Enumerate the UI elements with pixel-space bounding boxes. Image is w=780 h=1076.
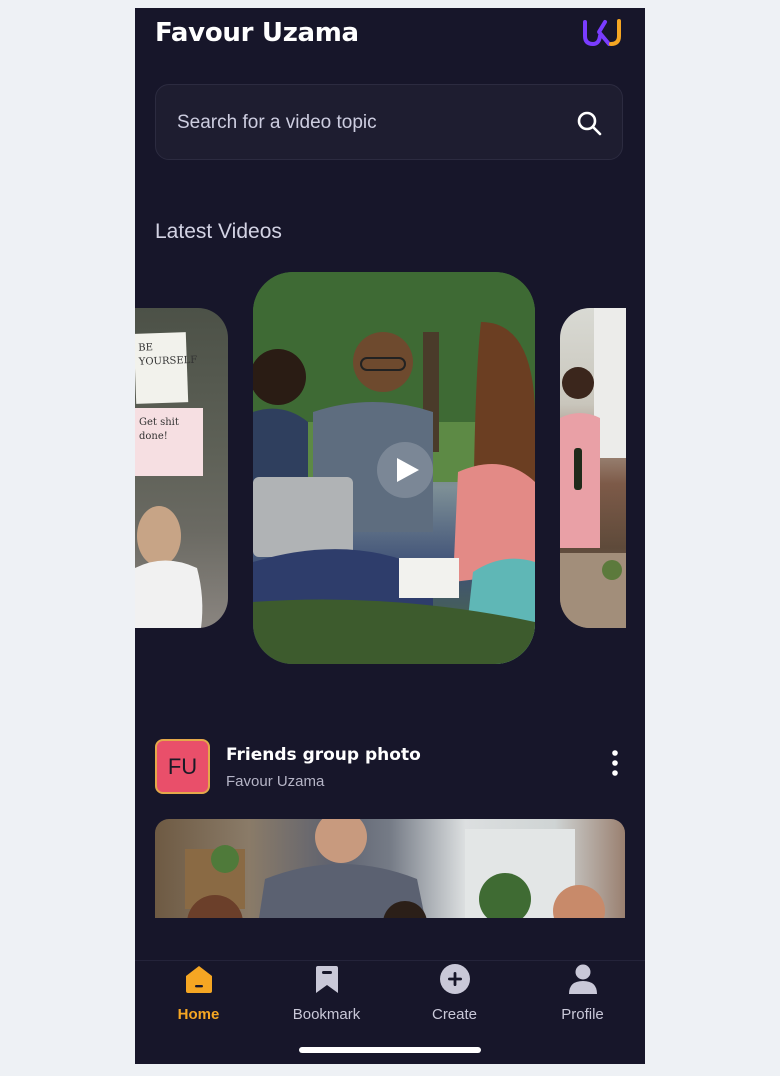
video-thumbnail-next [560, 308, 626, 628]
video-card-featured[interactable] [253, 272, 535, 664]
play-icon [397, 458, 419, 482]
tab-home[interactable]: Home [135, 961, 262, 1041]
tab-label-profile: Profile [561, 1006, 604, 1023]
tab-profile[interactable]: Profile [519, 961, 645, 1041]
uk-logo-icon [583, 19, 621, 47]
plus-circle-icon [440, 964, 470, 994]
avatar-initials: FU [167, 753, 198, 779]
app-screen: Favour Uzama Search for a video topic La… [135, 8, 645, 1064]
video-card-previous[interactable]: BE YOURSELF Get shit done! [135, 308, 228, 628]
section-title-latest-videos: Latest Videos [155, 220, 282, 243]
tab-label-create: Create [431, 1006, 478, 1023]
search-input[interactable]: Search for a video topic [177, 85, 377, 161]
bookmark-icon [316, 966, 338, 993]
avatar[interactable]: FU [155, 739, 210, 794]
search-icon[interactable] [576, 110, 602, 136]
profile-icon [569, 964, 597, 994]
home-indicator[interactable] [299, 1047, 481, 1053]
video-title[interactable]: Friends group photo [226, 745, 421, 765]
more-vertical-icon[interactable] [611, 749, 619, 777]
sticky-note: BE YOURSELF [135, 332, 197, 404]
play-button[interactable] [377, 442, 433, 498]
search-bar[interactable]: Search for a video topic [155, 84, 623, 160]
tab-label-home: Home [177, 1006, 220, 1023]
video-list-item[interactable]: FU Friends group photo Favour Uzama [155, 739, 625, 797]
video-thumbnail[interactable] [155, 819, 625, 918]
tab-bookmark[interactable]: Bookmark [263, 961, 390, 1041]
video-author: Favour Uzama [226, 773, 325, 790]
home-icon [186, 966, 212, 993]
page-title: Favour Uzama [155, 18, 359, 48]
tab-label-bookmark: Bookmark [292, 1006, 361, 1023]
tab-create[interactable]: Create [391, 961, 518, 1041]
video-card-next[interactable] [560, 308, 626, 628]
person-shape [135, 506, 203, 628]
video-thumbnail-group-photo [185, 819, 605, 918]
sticky-note: Get shit done! [135, 408, 203, 476]
